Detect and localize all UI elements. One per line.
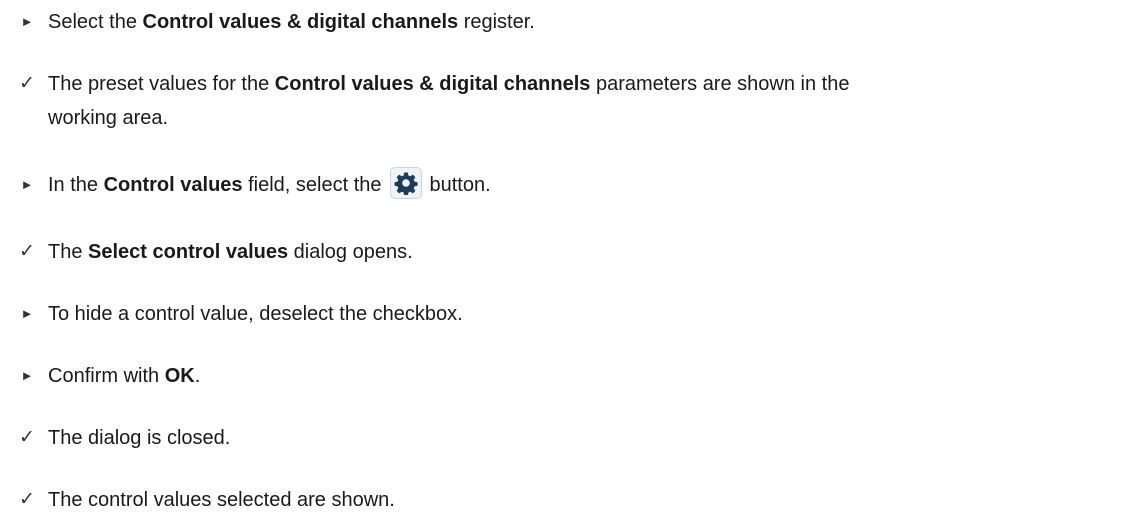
step-text: In the Control values field, select the b… (48, 166, 1121, 200)
action-marker: ► (20, 368, 34, 383)
register-name: Control values & digital channels (142, 11, 459, 33)
action-marker: ► (20, 14, 34, 29)
result-checkmark: ✓ (19, 73, 35, 94)
step-text: Select the Control values & digital chan… (48, 11, 535, 33)
step-text: To hide a control value, deselect the ch… (48, 303, 463, 325)
step-text: Confirm with OK. (48, 365, 201, 387)
result-checkmark: ✓ (19, 241, 35, 262)
step-text: The preset values for the Control values… (48, 73, 850, 95)
field-name: Control values (103, 174, 243, 196)
result-checkmark: ✓ (19, 427, 35, 448)
step-text: The Select control values dialog opens. (48, 241, 413, 263)
step-text: The dialog is closed. (48, 427, 231, 449)
register-name: Control values & digital channels (274, 73, 591, 95)
instruction-steps: ► Select the Control values & digital ch… (0, 0, 1121, 529)
result-checkmark: ✓ (19, 489, 35, 510)
gear-icon (393, 172, 417, 195)
step-text-line2: working area. (48, 107, 169, 129)
dialog-name: Select control values (88, 241, 289, 263)
step-text: The control values selected are shown. (48, 489, 395, 511)
action-marker: ► (20, 177, 34, 192)
action-marker: ► (20, 306, 34, 321)
ok-label: OK (164, 365, 195, 387)
settings-button[interactable] (389, 166, 422, 199)
